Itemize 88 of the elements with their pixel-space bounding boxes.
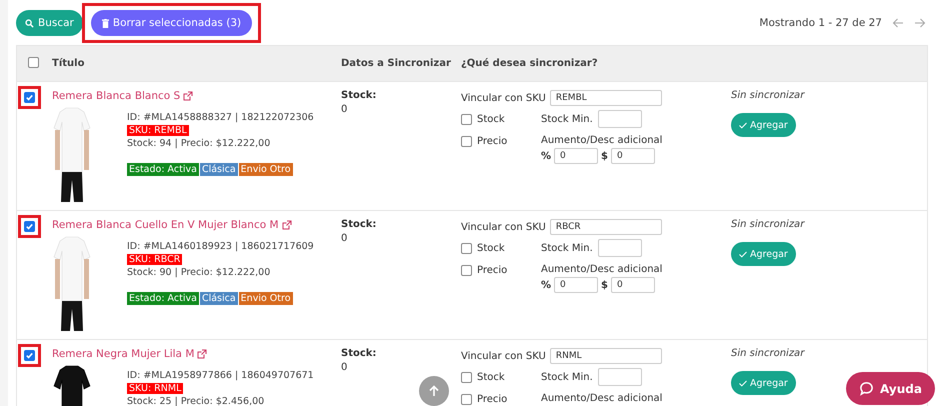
external-link-icon[interactable] — [282, 220, 292, 230]
data-label: Stock: — [341, 348, 378, 359]
checkbox[interactable] — [461, 114, 472, 124]
data-label: Stock: — [341, 90, 378, 101]
checkbox[interactable] — [24, 350, 35, 361]
column-header: Título — [52, 58, 84, 69]
check-icon — [739, 122, 747, 128]
option-label: Stock — [477, 372, 505, 382]
stock-price-text: Stock: 94 | Precio: $12.222,00 — [127, 138, 272, 149]
product-link[interactable]: Remera Blanca Blanco S — [52, 90, 341, 102]
sku-input[interactable]: REMBL — [550, 90, 662, 106]
product-id: ID: #MLA1460189923 | 186021717609 — [127, 241, 314, 252]
field-label: Stock Min. — [541, 372, 593, 382]
status-tag: Envio Otro — [238, 292, 293, 305]
checkbox[interactable] — [461, 136, 472, 146]
check-icon — [739, 250, 747, 258]
percent-input[interactable]: 0 — [554, 277, 598, 293]
option-label: Precio — [477, 394, 508, 404]
add-button[interactable]: Agregar — [731, 371, 796, 395]
field-label: Vincular con SKU — [461, 92, 546, 104]
option-label: Precio — [477, 264, 508, 276]
percent-input[interactable]: 0 — [554, 148, 598, 164]
check-icon — [739, 380, 747, 386]
previous-page-icon[interactable] — [892, 17, 904, 29]
product-id: ID: #MLA1958977866 | 186049707671 — [127, 370, 314, 381]
delete-button[interactable]: Borrar seleccionadas (3) — [90, 10, 252, 36]
sync-status: Sin sincronizar — [731, 219, 806, 230]
product-link[interactable]: Remera Blanca Cuello En V Mujer Blanco M — [52, 219, 341, 231]
sync-status: Sin sincronizar — [731, 348, 806, 359]
search-icon — [25, 18, 34, 28]
percent-label: % — [541, 150, 552, 162]
data-value: 0 — [341, 362, 348, 373]
chat-icon — [859, 381, 874, 396]
arrow-up-icon — [428, 385, 440, 397]
field-label: Stock Min. — [541, 114, 593, 124]
sku-input[interactable]: RNML — [550, 348, 662, 364]
product-link[interactable]: Remera Negra Mujer Lila M — [52, 348, 341, 360]
data-value: 0 — [341, 104, 348, 115]
external-link-icon[interactable] — [183, 91, 194, 101]
pagination-text: Mostrando 1 - 27 de 27 — [759, 17, 882, 29]
search-button[interactable]: Buscar — [16, 10, 83, 36]
data-label: Stock: — [341, 219, 378, 230]
amount-label: $ — [601, 150, 608, 162]
checkbox[interactable] — [461, 264, 472, 276]
stock-price-text: Stock: 25 | Precio: $2.456,00 — [127, 396, 266, 406]
stock-price-text: Stock: 90 | Precio: $12.222,00 — [127, 267, 272, 278]
stock-min-input[interactable] — [598, 110, 642, 128]
sku-label: SKU: REMBL — [127, 125, 189, 136]
field-label: Aumento/Desc adicional — [541, 264, 664, 275]
field-label: Stock Min. — [541, 242, 593, 254]
stock-min-input[interactable] — [598, 368, 642, 386]
checkbox[interactable] — [461, 394, 472, 404]
add-button[interactable]: Agregar — [731, 242, 796, 266]
checkbox[interactable] — [28, 56, 39, 68]
column-header: Datos a Sincronizar — [341, 58, 451, 69]
checkbox[interactable] — [24, 92, 35, 103]
sku-label: SKU: RBCR — [127, 254, 182, 265]
next-page-icon[interactable] — [914, 17, 926, 29]
sku-label: SKU: RNML — [127, 383, 184, 394]
stock-min-input[interactable] — [598, 239, 642, 257]
field-label: Vincular con SKU — [461, 350, 546, 362]
option-label: Precio — [477, 136, 508, 146]
data-value: 0 — [341, 233, 348, 244]
amount-label: $ — [601, 280, 608, 290]
option-label: Stock — [477, 242, 505, 254]
field-label: Vincular con SKU — [461, 222, 546, 232]
external-link-icon[interactable] — [197, 349, 208, 359]
status-tag: Estado: Activa — [127, 163, 199, 176]
column-header: ¿Qué desea sincronizar? — [461, 58, 598, 69]
trash-icon — [102, 18, 109, 28]
percent-label: % — [541, 280, 552, 290]
checkbox[interactable] — [461, 372, 472, 382]
amount-input[interactable]: 0 — [611, 148, 655, 164]
status-tag: Envio Otro — [238, 163, 293, 176]
product-id: ID: #MLA1458888327 | 182122072306 — [127, 112, 314, 123]
field-label: Aumento/Desc adicional — [541, 393, 664, 404]
help-button[interactable]: Ayuda — [846, 372, 935, 405]
amount-input[interactable]: 0 — [611, 277, 655, 293]
checkbox[interactable] — [461, 242, 472, 254]
sync-status: Sin sincronizar — [731, 90, 806, 101]
add-button[interactable]: Agregar — [731, 113, 796, 137]
status-tag: Estado: Activa — [127, 292, 199, 305]
checkbox[interactable] — [24, 221, 35, 232]
status-tag: Clásica — [200, 292, 238, 305]
option-label: Stock — [477, 114, 505, 124]
sku-input[interactable]: RBCR — [550, 219, 662, 235]
status-tag: Clásica — [200, 163, 238, 176]
field-label: Aumento/Desc adicional — [541, 135, 664, 146]
